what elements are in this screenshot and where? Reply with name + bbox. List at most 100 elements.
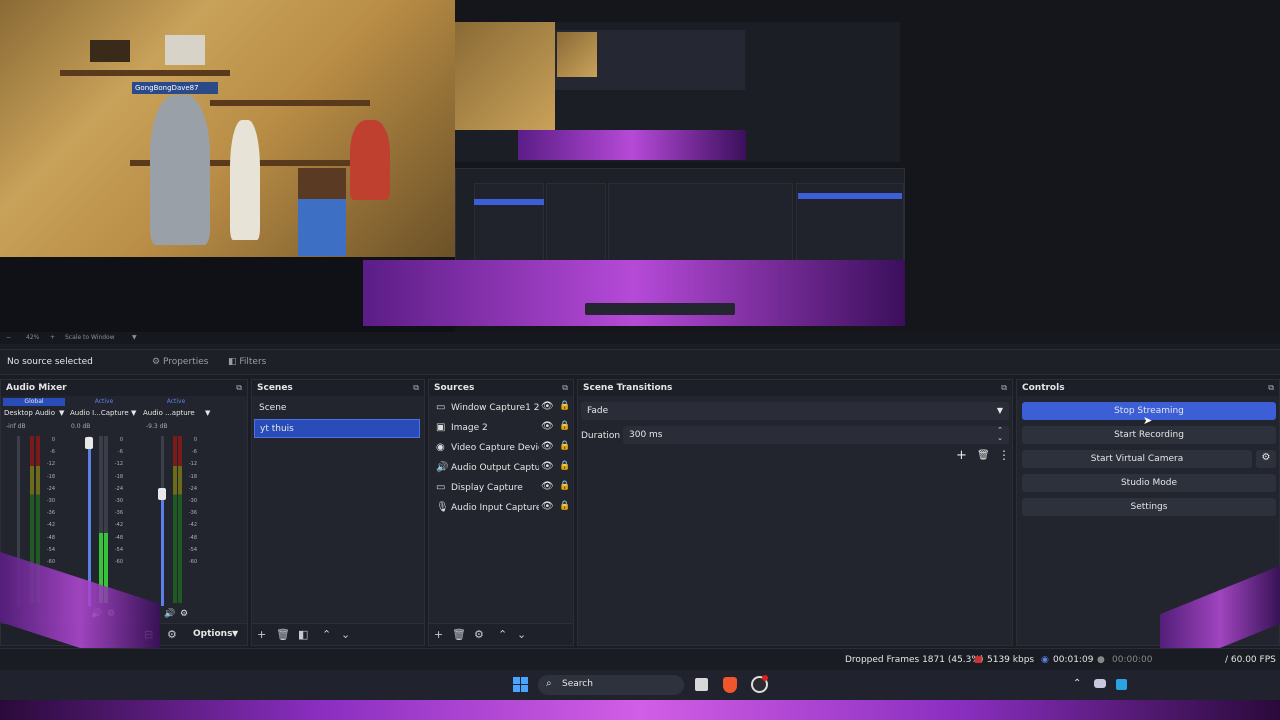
source-toolbar: No source selected ⚙ Properties ◧ Filter… — [0, 349, 1280, 375]
popout-icon[interactable]: ⧉ — [413, 383, 419, 393]
zoom-out-icon[interactable]: − — [6, 334, 11, 341]
channel-name: Audio ...apture — [143, 409, 195, 417]
chevron-down-icon[interactable]: ▼ — [132, 334, 137, 341]
more-icon[interactable]: ⋮ — [998, 448, 1010, 462]
move-up-icon[interactable]: ⌃ — [322, 628, 331, 641]
scale-tick: -24 — [114, 485, 123, 492]
scene-item[interactable]: Scene — [254, 399, 420, 418]
taskbar: ⌕ Search ⌃ — [0, 670, 1280, 700]
lock-icon[interactable]: 🔒 — [559, 441, 570, 451]
speaker-icon: 🔊 — [436, 462, 449, 473]
eye-icon[interactable]: 👁 — [541, 421, 554, 432]
poster — [165, 35, 205, 65]
add-icon[interactable]: + — [956, 448, 967, 463]
zoom-in-icon[interactable]: + — [50, 334, 55, 341]
move-up-icon[interactable]: ⌃ — [498, 628, 507, 641]
nested-screen-capture — [363, 0, 1280, 332]
source-item[interactable]: 🎙 Audio Input Capture 👁 🔒 — [431, 499, 570, 518]
start-recording-button[interactable]: Start Recording — [1022, 426, 1276, 444]
lock-icon[interactable]: 🔒 — [559, 501, 570, 511]
virtual-camera-settings-button[interactable]: ⚙ — [1256, 450, 1276, 468]
popout-icon[interactable]: ⧉ — [236, 383, 242, 393]
gamertag-sign: GongBongDave87 — [132, 82, 218, 94]
chevron-down-icon[interactable]: ▼ — [232, 629, 238, 638]
source-item[interactable]: ▣ Image 2 👁 🔒 — [431, 419, 570, 438]
lock-icon[interactable]: 🔒 — [559, 461, 570, 471]
scale-tick: -48 — [46, 534, 55, 541]
tray-app-icon[interactable] — [1116, 679, 1127, 690]
eye-icon[interactable]: 👁 — [541, 441, 554, 452]
preview-canvas[interactable]: GongBongDave87 — [0, 0, 1280, 332]
trash-icon[interactable]: 🗑 — [276, 628, 290, 641]
eye-icon[interactable]: 👁 — [541, 461, 554, 472]
add-icon[interactable]: + — [257, 628, 266, 641]
file-explorer-icon[interactable] — [695, 678, 708, 691]
scale-tick: 0 — [193, 437, 197, 443]
duration-spinbox[interactable]: 300 ms ⌃ ⌄ — [623, 426, 1009, 444]
figurine — [350, 120, 390, 200]
gear-icon[interactable]: ⚙ — [167, 628, 177, 641]
chevron-down-icon[interactable]: ▼ — [131, 409, 136, 417]
scenes-header: Scenes ⧉ — [252, 380, 424, 396]
source-item[interactable]: ▭ Display Capture 👁 🔒 — [431, 479, 570, 498]
chevron-down-icon[interactable]: ⌄ — [997, 434, 1003, 442]
stream-time: 00:01:09 — [1053, 655, 1094, 665]
trash-icon[interactable]: 🗑 — [977, 450, 990, 461]
eye-icon[interactable]: 👁 — [541, 401, 554, 412]
lock-icon[interactable]: 🔒 — [559, 421, 570, 431]
chevron-up-icon[interactable]: ⌃ — [997, 426, 1003, 434]
scale-tick: -54 — [114, 546, 123, 553]
trash-icon[interactable]: 🗑 — [452, 628, 466, 641]
transition-select[interactable]: Fade ▼ — [581, 402, 1009, 420]
settings-button[interactable]: Settings — [1022, 498, 1276, 516]
webcam-feed: GongBongDave87 — [0, 0, 455, 257]
zoom-value: 42% — [26, 334, 40, 341]
scale-tick: -48 — [114, 534, 123, 541]
scale-tick: -30 — [46, 498, 55, 505]
no-source-label: No source selected — [7, 357, 93, 367]
scene-item-selected[interactable]: yt thuis — [254, 419, 420, 438]
gear-icon[interactable]: ⚙ — [474, 628, 484, 641]
popout-icon[interactable]: ⧉ — [1001, 383, 1007, 393]
eye-icon[interactable]: 👁 — [541, 501, 554, 512]
scale-mode[interactable]: Scale to Window — [65, 334, 115, 341]
scale-tick: -6 — [118, 449, 123, 456]
lock-icon[interactable]: 🔒 — [559, 401, 570, 411]
start-virtual-camera-button[interactable]: Start Virtual Camera — [1022, 450, 1252, 468]
chevron-up-icon[interactable]: ⌃ — [1073, 678, 1081, 689]
studio-mode-button[interactable]: Studio Mode — [1022, 474, 1276, 492]
brave-browser-icon[interactable] — [723, 677, 737, 693]
lock-icon[interactable]: 🔒 — [559, 481, 570, 491]
fader-handle[interactable] — [85, 437, 93, 449]
fader-handle[interactable] — [158, 488, 166, 500]
eye-icon[interactable]: 👁 — [541, 481, 554, 492]
window-icon: ▭ — [436, 402, 446, 413]
move-down-icon[interactable]: ⌄ — [517, 628, 526, 641]
filters-button[interactable]: ◧ Filters — [222, 354, 272, 372]
speaker-icon[interactable]: 🔊 — [164, 609, 175, 619]
add-icon[interactable]: + — [434, 628, 443, 641]
source-item[interactable]: ◉ Video Capture Device 👁 🔒 — [431, 439, 570, 458]
windows-start-icon[interactable] — [513, 677, 529, 693]
properties-button[interactable]: ⚙ Properties — [146, 354, 214, 372]
nested-overlay — [518, 130, 746, 160]
channel-db: -inf dB — [6, 423, 26, 430]
scale-tick: -54 — [188, 546, 197, 553]
chevron-down-icon[interactable]: ▼ — [59, 409, 64, 417]
chevron-down-icon[interactable]: ▼ — [205, 409, 210, 417]
bottle — [298, 168, 346, 256]
discord-icon[interactable] — [1094, 679, 1106, 688]
popout-icon[interactable]: ⧉ — [562, 383, 568, 393]
filter-icon[interactable]: ◧ — [298, 628, 308, 641]
hand — [230, 120, 260, 240]
taskbar-search[interactable]: ⌕ Search — [538, 675, 684, 695]
source-item[interactable]: 🔊 Audio Output Captur 👁 🔒 — [431, 459, 570, 478]
source-item[interactable]: ▭ Window Capture1 2 👁 🔒 — [431, 399, 570, 418]
options-button[interactable]: Options — [193, 629, 232, 639]
move-down-icon[interactable]: ⌄ — [341, 628, 350, 641]
bitrate-indicator-icon: ■ — [974, 655, 983, 665]
image-icon: ▣ — [436, 422, 446, 433]
dock-title: Controls — [1022, 383, 1065, 393]
popout-icon[interactable]: ⧉ — [1268, 383, 1274, 393]
gear-icon[interactable]: ⚙ — [180, 609, 188, 619]
